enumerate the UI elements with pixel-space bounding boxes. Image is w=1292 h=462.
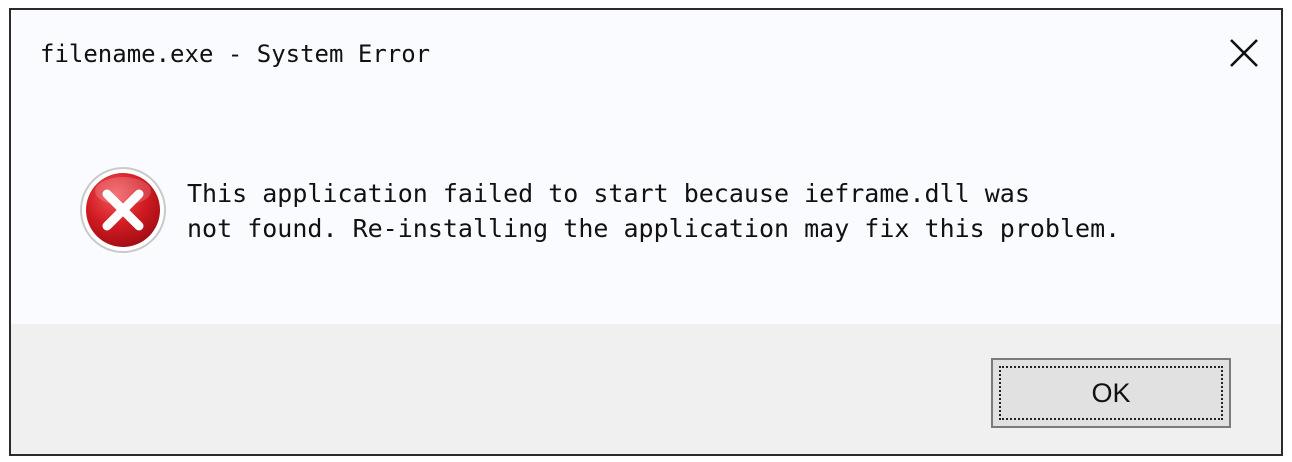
error-message-line-1: This application failed to start because… xyxy=(187,179,1030,208)
button-bar: OK xyxy=(11,324,1281,454)
ok-button-label: OK xyxy=(1091,377,1131,408)
error-message-line-2: not found. Re-installing the application… xyxy=(187,214,1121,243)
close-icon xyxy=(1230,39,1258,67)
dialog-title: filename.exe - System Error xyxy=(40,40,431,68)
close-button[interactable] xyxy=(1223,32,1265,74)
ok-button[interactable]: OK xyxy=(991,358,1231,428)
error-icon xyxy=(78,165,168,255)
system-error-dialog: filename.exe - System Error This applica… xyxy=(9,8,1283,456)
error-message: This application failed to start because… xyxy=(187,176,1120,246)
